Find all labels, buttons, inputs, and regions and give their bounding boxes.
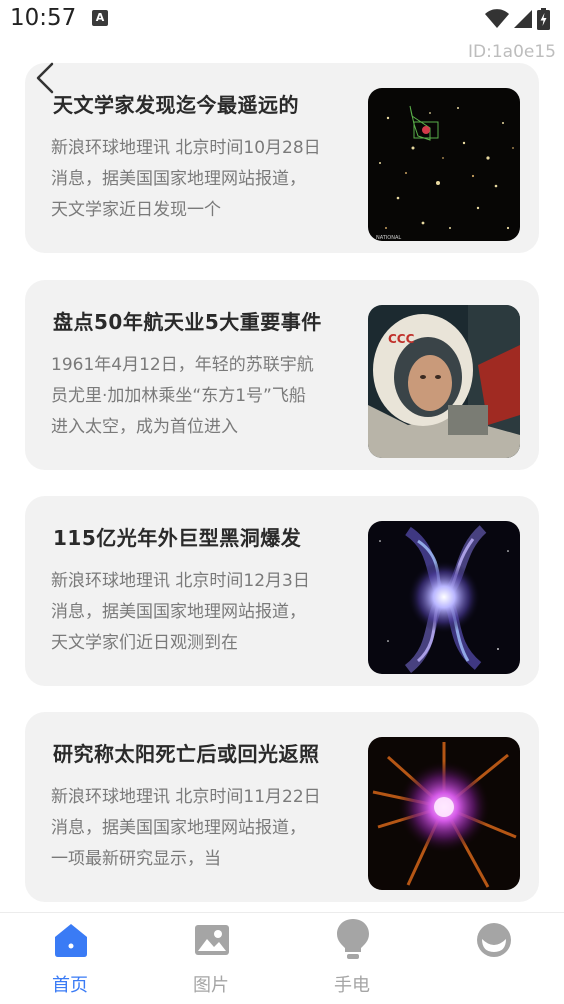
back-arrow-icon — [36, 62, 54, 94]
nav-label-home: 首页 — [52, 975, 88, 996]
image-icon — [195, 925, 229, 955]
nav-label-flashlight: 手电 — [334, 975, 370, 996]
home-icon — [55, 924, 87, 957]
status-icons — [485, 8, 550, 30]
article-title: 研究称太阳死亡后或回光返照 — [53, 742, 320, 766]
svg-text:NATIONAL: NATIONAL — [376, 235, 401, 241]
black-hole-image — [368, 521, 520, 674]
screen: 天文学家发现迄今最遥远的 新浪环球地理讯 北京时间10月28日消息，据美国国家地… — [0, 0, 564, 1004]
status-bar: 10:57 A — [0, 0, 564, 40]
article-title: 天文学家发现迄今最遥远的 — [53, 93, 299, 117]
article-title: 盘点50年航天业5大重要事件 — [53, 310, 322, 334]
article-description: 新浪环球地理讯 北京时间11月22日消息，据美国国家地理网站报道，一项最新研究显… — [51, 787, 321, 869]
bottom-nav: 首页 图片 手电 — [0, 912, 564, 1004]
nav-item-home[interactable]: 首页 — [20, 913, 120, 1004]
article-title: 115亿光年外巨型黑洞爆发 — [53, 526, 302, 550]
a-icon: A — [92, 10, 108, 26]
profile-icon — [477, 923, 511, 957]
dying-sun-image — [368, 737, 520, 890]
back-button[interactable] — [34, 60, 64, 96]
status-time: 10:57 — [10, 5, 77, 31]
nav-label-pictures: 图片 — [193, 975, 229, 996]
article-card[interactable]: 研究称太阳死亡后或回光返照 新浪环球地理讯 北京时间11月22日消息，据美国国家… — [25, 712, 539, 902]
nav-item-profile[interactable] — [443, 913, 543, 1004]
battery-icon — [537, 8, 550, 30]
signal-icon — [514, 10, 532, 28]
article-description: 新浪环球地理讯 北京时间10月28日消息，据美国国家地理网站报道，天文学家近日发… — [51, 138, 321, 220]
article-description: 1961年4月12日，年轻的苏联宇航员尤里·加加林乘坐“东方1号”飞船进入太空，… — [51, 355, 314, 437]
article-card[interactable]: 天文学家发现迄今最遥远的 新浪环球地理讯 北京时间10月28日消息，据美国国家地… — [25, 63, 539, 253]
article-description: 新浪环球地理讯 北京时间12月3日消息，据美国国家地理网站报道，天文学家们近日观… — [51, 571, 310, 653]
galaxy-field-image: NATIONAL — [368, 88, 520, 241]
article-card[interactable]: 盘点50年航天业5大重要事件 1961年4月12日，年轻的苏联宇航员尤里·加加林… — [25, 280, 539, 470]
astronaut-image: CCC — [368, 305, 520, 458]
nav-item-pictures[interactable]: 图片 — [161, 913, 261, 1004]
article-card[interactable]: 115亿光年外巨型黑洞爆发 新浪环球地理讯 北京时间12月3日消息，据美国国家地… — [25, 496, 539, 686]
svg-text:CCC: CCC — [388, 332, 415, 346]
id-label: ID:1a0e15 — [468, 42, 556, 62]
nav-item-flashlight[interactable]: 手电 — [302, 913, 402, 1004]
lightbulb-icon — [337, 919, 369, 959]
wifi-icon — [485, 9, 509, 28]
